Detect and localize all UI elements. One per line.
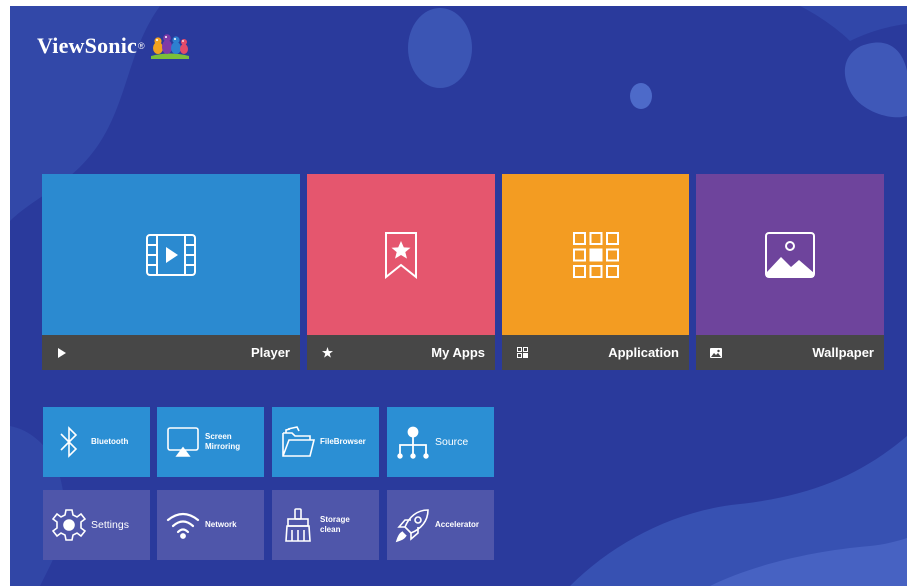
tile-wallpaper-art [696,174,884,335]
shortcut-filebrowser[interactable]: FileBrowser [272,407,379,477]
gear-icon [47,508,91,542]
bookmark-star-icon [385,231,417,279]
tile-wallpaper-label: Wallpaper [812,345,874,360]
shortcut-bluetooth[interactable]: Bluetooth [43,407,150,477]
rocket-icon [391,507,435,543]
tile-wallpaper[interactable]: Wallpaper [696,174,884,370]
registered-mark: ® [137,41,145,51]
tile-my-apps[interactable]: My Apps [307,174,495,370]
shortcut-accelerator[interactable]: Accelerator [387,490,494,560]
launcher-screen: ViewSonic ® Player My Apps Application W… [10,6,907,586]
tile-my-apps-art [307,174,495,335]
star-icon [320,346,334,360]
shortcut-settings-label: Settings [91,519,129,531]
shortcut-filebrowser-label: FileBrowser [320,437,366,446]
tile-player[interactable]: Player [42,174,300,370]
screen-mirroring-icon [161,426,205,458]
shortcut-bluetooth-label: Bluetooth [91,437,129,446]
shortcut-source-label: Source [435,436,469,448]
shortcut-screen-mirroring-label: Screen Mirroring [205,432,241,451]
shortcut-storage-clean[interactable]: Storage clean [272,490,379,560]
tile-application-art [502,174,689,335]
play-icon [55,346,69,360]
broom-icon [276,507,320,543]
wifi-icon [161,511,205,539]
birds-logo-icon [150,34,189,59]
tile-player-bar: Player [42,335,300,370]
tile-wallpaper-bar: Wallpaper [696,335,884,370]
shortcut-storage-clean-label: Storage clean [320,515,350,534]
shortcut-settings[interactable]: Settings [43,490,150,560]
tile-application-label: Application [608,345,679,360]
bluetooth-icon [47,425,91,459]
shortcut-accelerator-label: Accelerator [435,520,480,529]
folder-icon [276,425,320,459]
shortcut-network[interactable]: Network [157,490,264,560]
shortcut-network-label: Network [205,520,237,529]
tile-application-bar: Application [502,335,689,370]
mini-grid-icon [515,346,529,360]
source-icon [391,425,435,459]
tile-application[interactable]: Application [502,174,689,370]
tile-my-apps-bar: My Apps [307,335,495,370]
shortcut-source[interactable]: Source [387,407,494,477]
tile-my-apps-label: My Apps [431,345,485,360]
brand-name: ViewSonic [37,33,137,58]
image-icon [765,231,815,278]
tile-player-label: Player [250,345,290,360]
film-play-icon [146,233,196,276]
app-grid-icon [572,231,619,278]
shortcut-screen-mirroring[interactable]: Screen Mirroring [157,407,264,477]
viewsonic-logo: ViewSonic ® [37,32,190,60]
mini-image-icon [709,346,723,360]
tile-player-art [42,174,300,335]
